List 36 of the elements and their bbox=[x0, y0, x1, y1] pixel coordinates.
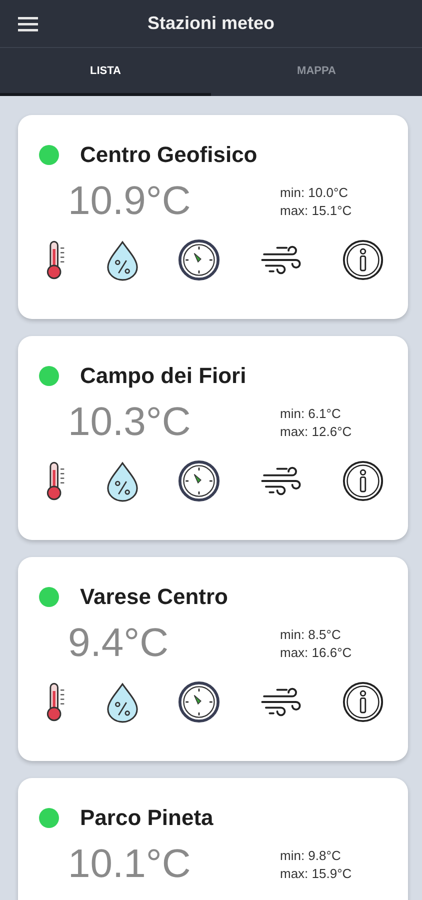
min-temperature: min: 6.1°C bbox=[280, 406, 342, 420]
max-temperature: max: 12.6°C bbox=[280, 424, 352, 438]
station-name: Campo dei Fiori bbox=[80, 363, 246, 389]
app-title: Stazioni meteo bbox=[147, 13, 275, 34]
tab[interactable]: LISTA bbox=[0, 48, 211, 96]
temperature: 10.9°C bbox=[68, 178, 192, 224]
wind-icon[interactable] bbox=[260, 465, 302, 497]
station-card[interactable]: Parco Pineta 10.1°C min: 9.8°C max: 15.9°C bbox=[18, 778, 408, 900]
station-card[interactable]: Centro Geofisico 10.9°C min: 10.0°C max: 15.1°C bbox=[18, 115, 408, 319]
min-temperature: min: 10.0°C bbox=[280, 184, 350, 200]
station-name: Parco Pineta bbox=[80, 805, 214, 831]
min-temperature: min: 8.5°C bbox=[280, 626, 342, 642]
temperature: 9.4°C bbox=[68, 620, 170, 666]
info-icon[interactable] bbox=[342, 239, 384, 281]
max-temperature: max: 16.6°C bbox=[280, 644, 352, 660]
max-temperature: max: 15.9°C bbox=[280, 866, 352, 880]
info-icon[interactable] bbox=[342, 681, 384, 723]
station-name: Varese Centro bbox=[80, 584, 228, 610]
wind-icon[interactable] bbox=[260, 686, 302, 718]
station-card[interactable]: Varese Centro 9.4°C min: 8.5°C max: 16.6°C bbox=[18, 557, 408, 761]
max-temperature: max: 15.1°C bbox=[280, 202, 352, 218]
info-icon[interactable] bbox=[342, 460, 384, 502]
humidity-drop-icon[interactable] bbox=[106, 682, 139, 722]
min-temperature: min: 9.8°C bbox=[280, 848, 342, 862]
menu-icon[interactable] bbox=[18, 16, 38, 32]
gauge-icon[interactable] bbox=[178, 460, 220, 502]
wind-icon[interactable] bbox=[260, 244, 302, 276]
humidity-drop-icon[interactable] bbox=[106, 460, 139, 502]
temperature: 10.3°C bbox=[68, 400, 192, 444]
tab[interactable]: MAPPA bbox=[211, 48, 422, 96]
gauge-icon[interactable] bbox=[178, 681, 220, 723]
gauge-icon[interactable] bbox=[178, 239, 220, 281]
station-name: Centro Geofisico bbox=[80, 142, 258, 168]
temperature: 10.1°C bbox=[68, 842, 192, 886]
station-card[interactable]: Campo dei Fiori 10.3°C min: 6.1°C max: 12.6°C bbox=[18, 336, 408, 540]
humidity-drop-icon[interactable] bbox=[106, 240, 139, 280]
